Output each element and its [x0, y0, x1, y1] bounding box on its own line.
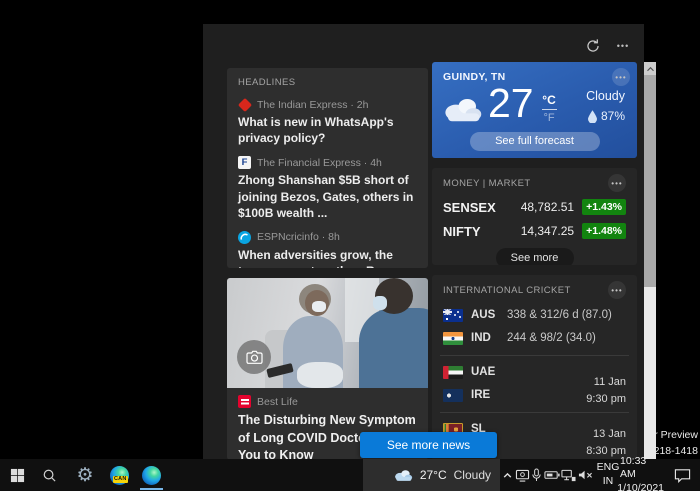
- team-code: IRE: [471, 389, 507, 401]
- clock-time: 10:33 AM: [620, 455, 664, 482]
- team-code: AUS: [471, 309, 507, 321]
- refresh-icon[interactable]: [582, 35, 604, 57]
- language-code: ENG: [597, 461, 620, 475]
- taskbar-weather-button[interactable]: 27°C Cloudy: [363, 459, 500, 491]
- clock-date: 1/10/2021: [617, 482, 664, 491]
- panel-scrollbar[interactable]: [644, 62, 656, 460]
- notification-icon: [674, 468, 691, 483]
- cricket-title: INTERNATIONAL CRICKET: [443, 285, 571, 296]
- uae-flag-icon: [443, 366, 463, 379]
- weather-more-icon[interactable]: •••: [612, 68, 630, 86]
- team-score: 244 & 98/2 (34.0): [507, 332, 596, 344]
- headline-item[interactable]: The Indian Express · 2h What is new in W…: [238, 98, 417, 146]
- edge-taskbar-button[interactable]: [135, 459, 167, 491]
- taskbar-weather-condition: Cloudy: [454, 468, 491, 482]
- unit-divider: [542, 109, 557, 110]
- tray-network-icon[interactable]: [561, 469, 576, 482]
- index-name: NIFTY: [443, 224, 521, 239]
- indian-express-icon: [238, 98, 251, 111]
- headlines-card: HEADLINES The Indian Express · 2h What i…: [227, 68, 428, 268]
- humidity-value: 87%: [601, 109, 625, 123]
- edge-icon: [142, 466, 161, 485]
- action-center-button[interactable]: [666, 459, 698, 491]
- edge-canary-taskbar-button[interactable]: CAN: [103, 459, 135, 491]
- espncricinfo-icon: [238, 231, 251, 244]
- match-date: 11 Jan: [586, 374, 626, 391]
- gear-icon: ⚙: [76, 466, 93, 485]
- headlines-title: HEADLINES: [238, 77, 417, 88]
- ireland-flag-icon: [443, 389, 463, 402]
- see-full-forecast-button[interactable]: See full forecast: [470, 132, 600, 151]
- change-badge: +1.48%: [582, 223, 626, 239]
- taskbar-weather-temp: 27°C: [420, 468, 447, 482]
- best-life-icon: [238, 395, 251, 408]
- language-region: IN: [603, 475, 614, 489]
- index-value: 48,782.51: [521, 200, 574, 214]
- system-tray: [499, 459, 596, 491]
- see-more-news-button[interactable]: See more news: [360, 432, 497, 458]
- weather-card[interactable]: GUINDY, TN ••• 27 °C °F Cloudy 87%: [432, 62, 637, 158]
- camera-icon: [237, 340, 271, 374]
- start-button[interactable]: [1, 459, 33, 491]
- india-flag-icon: [443, 332, 463, 345]
- tray-battery-icon[interactable]: [544, 470, 560, 480]
- divider: [440, 355, 629, 356]
- edge-canary-icon: CAN: [110, 466, 129, 485]
- tray-display-icon[interactable]: [515, 469, 530, 482]
- market-row[interactable]: NIFTY 14,347.25 +1.48%: [443, 222, 626, 240]
- unit-fahrenheit[interactable]: °F: [540, 112, 558, 124]
- cloudy-weather-icon: [441, 95, 483, 123]
- weather-condition: Cloudy: [586, 89, 625, 103]
- search-button[interactable]: [33, 459, 65, 491]
- scrollbar-thumb[interactable]: [644, 75, 656, 287]
- financial-express-icon: F: [238, 156, 251, 169]
- weather-temperature: 27: [488, 80, 534, 127]
- market-card: MONEY | MARKET ••• SENSEX 48,782.51 +1.4…: [432, 168, 637, 265]
- tray-microphone-icon[interactable]: [531, 468, 542, 482]
- news-interests-panel: ••• HEADLINES The Indian Express · 2h Wh…: [203, 24, 644, 460]
- market-row[interactable]: SENSEX 48,782.51 +1.43%: [443, 198, 626, 216]
- cloud-icon: [393, 468, 413, 482]
- cricket-more-icon[interactable]: •••: [608, 281, 626, 299]
- taskbar: ⚙ CAN 27°C Cloudy: [0, 459, 700, 491]
- australia-flag-icon: [443, 309, 463, 322]
- team-code: UAE: [471, 366, 507, 378]
- unit-celsius[interactable]: °C: [540, 93, 558, 107]
- tray-chevron-up-icon[interactable]: [502, 470, 513, 481]
- tray-volume-muted-icon[interactable]: [578, 469, 593, 481]
- match-time: 9:30 pm: [586, 391, 626, 408]
- temperature-unit-toggle[interactable]: °C °F: [540, 93, 558, 124]
- market-see-more-button[interactable]: See more: [496, 248, 574, 265]
- search-icon: [42, 468, 57, 483]
- headline-text: When adversities grow, the team comes to…: [238, 247, 417, 268]
- canary-badge: CAN: [113, 476, 129, 483]
- headline-source: The Financial Express · 4h: [257, 157, 382, 169]
- divider: [440, 412, 629, 413]
- active-app-indicator: [140, 488, 163, 490]
- cricket-match[interactable]: AUS 338 & 312/6 d (87.0) IND 244 & 98/2 …: [443, 308, 626, 345]
- taskbar-clock[interactable]: 10:33 AM 1/10/2021: [620, 459, 664, 491]
- headline-source: The Indian Express · 2h: [257, 99, 368, 111]
- headline-source: ESPNcricinfo · 8h: [257, 231, 340, 243]
- windows-logo-icon: [10, 468, 25, 483]
- match-date: 13 Jan: [586, 426, 626, 443]
- team-score: 338 & 312/6 d (87.0): [507, 309, 612, 321]
- market-more-icon[interactable]: •••: [608, 174, 626, 192]
- humidity-droplet-icon: [588, 110, 597, 123]
- cricket-match[interactable]: UAE IRE 11 Jan 9:30 pm: [443, 365, 626, 402]
- change-badge: +1.43%: [582, 199, 626, 215]
- market-title: MONEY | MARKET: [443, 178, 531, 189]
- headline-text: Zhong Shanshan $5B short of joining Bezo…: [238, 172, 417, 221]
- headline-item[interactable]: ESPNcricinfo · 8h When adversities grow,…: [238, 231, 417, 268]
- team-code: IND: [471, 332, 507, 344]
- story-source: Best Life: [257, 396, 298, 408]
- headline-item[interactable]: F The Financial Express · 4h Zhong Shans…: [238, 156, 417, 221]
- story-photo: [227, 278, 428, 388]
- index-name: SENSEX: [443, 200, 521, 215]
- index-value: 14,347.25: [521, 224, 574, 238]
- panel-more-icon[interactable]: •••: [612, 35, 634, 57]
- settings-taskbar-button[interactable]: ⚙: [69, 459, 101, 491]
- scrollbar-up-icon[interactable]: [644, 62, 656, 75]
- headline-text: What is new in WhatsApp's privacy policy…: [238, 114, 417, 146]
